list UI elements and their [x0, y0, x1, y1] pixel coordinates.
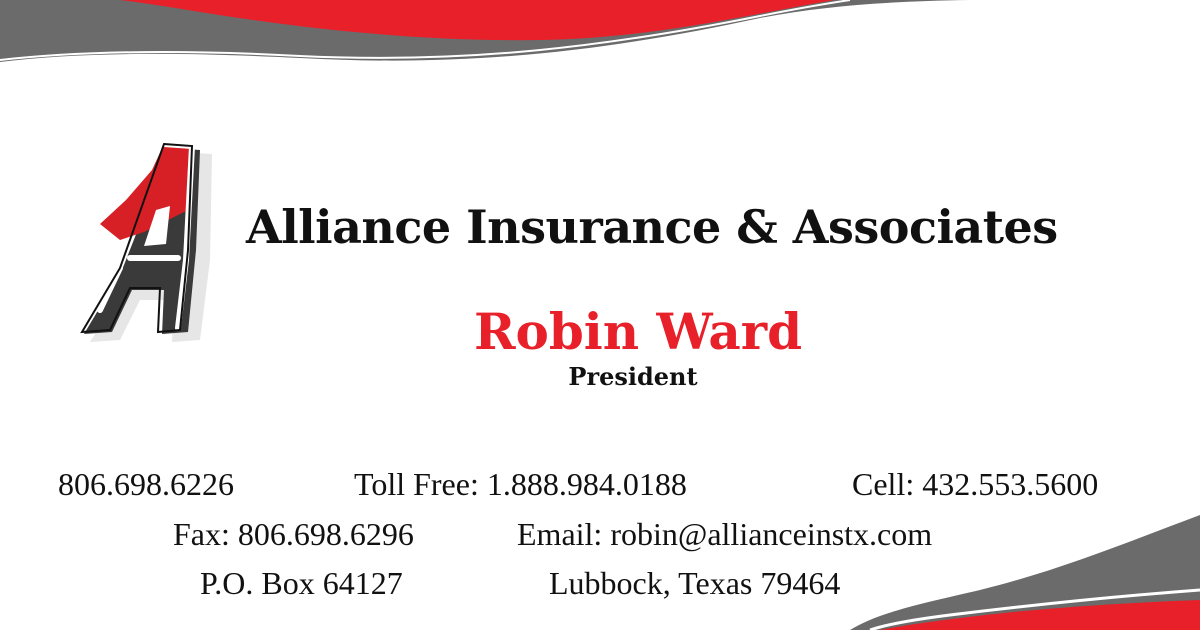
- person-name: Robin Ward: [473, 302, 803, 361]
- company-name: Alliance Insurance & Associates: [246, 200, 1058, 254]
- cell-number[interactable]: Cell: 432.553.5600: [852, 466, 1098, 503]
- toll-free-number[interactable]: Toll Free: 1.888.984.0188: [354, 466, 687, 503]
- fax-number: Fax: 806.698.6296: [173, 516, 414, 552]
- phone-number[interactable]: 806.698.6226: [58, 466, 234, 503]
- po-box: P.O. Box 64127: [200, 565, 403, 601]
- business-card: Alliance Insurance & Associates Robin Wa…: [0, 0, 1200, 630]
- person-title: President: [568, 362, 698, 391]
- city-state-zip: Lubbock, Texas 79464: [549, 565, 841, 601]
- email-address[interactable]: Email: robin@allianceinstx.com: [517, 516, 932, 553]
